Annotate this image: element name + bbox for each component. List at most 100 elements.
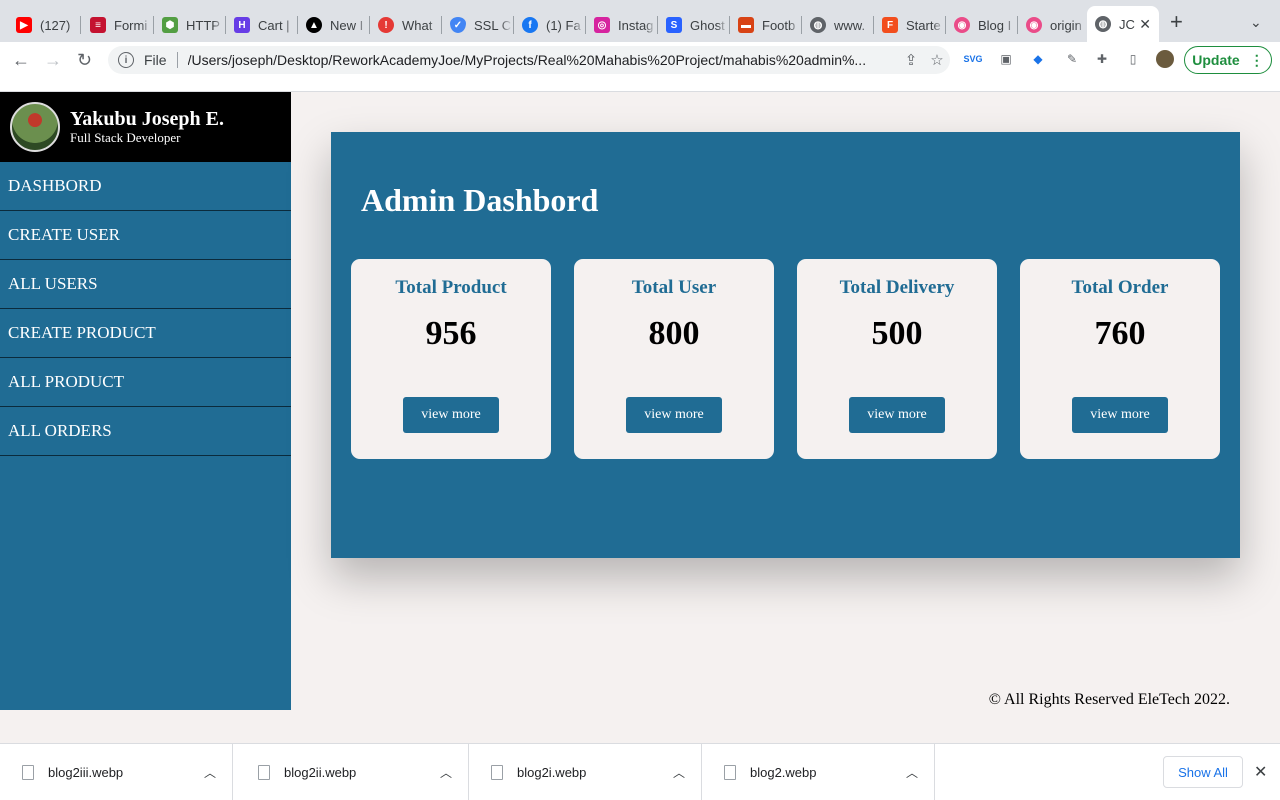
reload-icon[interactable]: ↻ [77,50,92,70]
bookmark-star-icon[interactable]: ☆ [924,51,950,69]
file-icon [724,765,736,780]
browser-tab[interactable]: ◍ www. [802,8,872,42]
close-tab-icon[interactable]: ✕ [1139,16,1151,33]
tab-title: Starte [906,17,941,33]
screen-capture-extension-icon[interactable]: ▣ [997,50,1015,68]
vercel-icon: ▲ [306,17,322,33]
svg-extension-icon[interactable]: SVG [964,50,983,68]
browser-tab[interactable]: F Starte [874,8,944,42]
color-picker-extension-icon[interactable]: ✎ [1063,50,1081,68]
toolbar-bottom-border [0,78,1280,92]
browser-tab[interactable]: ⬢ HTTP [154,8,224,42]
browser-tab[interactable]: ✓ SSL C [442,8,512,42]
chevron-up-icon[interactable]: ︿ [440,764,452,781]
side-panel-icon[interactable]: ▯ [1124,50,1142,68]
sidebar-item-all-product[interactable]: ALL PRODUCT [0,358,291,407]
chevron-up-icon[interactable]: ︿ [906,764,918,781]
browser-tab[interactable]: H Cart | [226,8,296,42]
forward-arrow-icon[interactable]: → [44,50,62,70]
card-value: 500 [871,315,923,352]
tab-title: SSL C [474,17,512,33]
download-filename: blog2ii.webp [284,765,357,780]
browser-tab[interactable]: ▬ Footb [730,8,800,42]
dribbble-icon: ◉ [954,17,970,33]
dashboard-panel: Admin Dashbord Total Product 956 view mo… [331,132,1240,558]
chevron-up-icon[interactable]: ︿ [204,764,216,781]
globe-icon: ◍ [810,17,826,33]
download-item[interactable]: blog2.webp ︿ [702,744,935,800]
tab-title: Blog I [978,17,1012,33]
profile-role: Full Stack Developer [70,130,181,145]
browser-tab[interactable]: ◉ origin [1018,8,1086,42]
browser-tab[interactable]: ≡ Formi [82,8,152,42]
download-filename: blog2.webp [750,765,817,780]
close-icon[interactable]: ✕ [1254,762,1267,782]
stat-card-total-user: Total User 800 view more [574,259,774,459]
card-value: 800 [648,315,700,352]
dribbble-icon: ◉ [1026,17,1042,33]
sidebar-item-all-orders[interactable]: ALL ORDERS [0,407,291,456]
sidebar-item-create-product[interactable]: CREATE PRODUCT [0,309,291,358]
profile-text: Yakubu Joseph E. Full Stack Developer [70,108,224,146]
browser-tab-strip: ▶ (127) ≡ Formi ⬢ HTTP H Cart | ▲ New I … [0,0,1280,42]
browser-tab[interactable]: ▲ New I [298,8,368,42]
view-more-button[interactable]: view more [1072,397,1168,433]
view-more-button[interactable]: view more [626,397,722,433]
download-filename: blog2i.webp [517,765,587,780]
browser-tab[interactable]: S Ghost [658,8,728,42]
browser-tab[interactable]: ◎ Instag [586,8,656,42]
url-text[interactable]: /Users/joseph/Desktop/ReworkAcademyJoe/M… [188,52,898,68]
football-icon: ▬ [738,17,754,33]
profile-header: Yakubu Joseph E. Full Stack Developer [0,92,291,162]
tab-title: Instag [618,17,654,33]
tab-title: JC [1119,16,1135,32]
info-icon[interactable]: i [118,52,134,68]
tab-title: Ghost [690,17,725,33]
extensions-puzzle-icon[interactable]: ✚ [1093,50,1111,68]
stat-card-total-delivery: Total Delivery 500 view more [797,259,997,459]
ethereum-extension-icon[interactable]: ◆ [1029,50,1047,68]
browser-tab[interactable]: ◉ Blog I [946,8,1016,42]
profile-name: Yakubu Joseph E. [70,108,224,130]
back-arrow-icon[interactable]: ← [12,50,30,70]
profile-avatar-icon[interactable] [1156,50,1174,68]
tab-separator [80,16,81,34]
alert-icon: ! [378,17,394,33]
sidebar-item-all-users[interactable]: ALL USERS [0,260,291,309]
sidebar-item-create-user[interactable]: CREATE USER [0,211,291,260]
download-item[interactable]: blog2i.webp ︿ [469,744,702,800]
more-vert-icon[interactable]: ⋮ [1250,52,1264,69]
card-value: 760 [1094,315,1146,352]
download-item[interactable]: blog2ii.webp ︿ [236,744,469,800]
show-all-button[interactable]: Show All [1163,756,1243,788]
file-icon [258,765,270,780]
address-bar[interactable]: i File /Users/joseph/Desktop/ReworkAcade… [108,46,950,74]
tab-title: What [402,17,433,33]
avatar [10,102,60,152]
sidebar-item-dashbord[interactable]: DASHBORD [0,162,291,211]
download-shelf: blog2iii.webp ︿ blog2ii.webp ︿ blog2i.we… [0,743,1280,800]
update-button[interactable]: Update ⋮ [1184,46,1272,74]
view-more-button[interactable]: view more [403,397,499,433]
card-label: Total User [631,277,717,298]
figma-icon: F [882,17,898,33]
browser-tab[interactable]: ▶ (127) [8,8,80,42]
card-value: 956 [425,315,477,352]
chevron-up-icon[interactable]: ︿ [673,764,685,781]
browser-tab-active[interactable]: ◍ JC ✕ [1087,6,1159,42]
browser-toolbar: ← → ↻ i File /Users/joseph/Desktop/Rewor… [0,42,1280,78]
browser-tab[interactable]: ! What [370,8,440,42]
stat-card-total-order: Total Order 760 view more [1020,259,1220,459]
new-tab-icon[interactable]: + [1170,11,1183,33]
update-label: Update [1192,52,1240,68]
nodejs-icon: ⬢ [162,17,178,33]
share-icon[interactable]: ⇪ [898,51,924,69]
tab-title: Cart | [258,17,290,33]
stat-card-total-product: Total Product 956 view more [351,259,551,459]
download-item[interactable]: blog2iii.webp ︿ [0,744,233,800]
browser-tab[interactable]: f (1) Fa [514,8,584,42]
view-more-button[interactable]: view more [849,397,945,433]
tab-search-chevron-icon[interactable]: ⌄ [1250,14,1262,31]
download-filename: blog2iii.webp [48,765,124,780]
footer-copyright: © All Rights Reserved EleTech 2022. [988,691,1230,708]
